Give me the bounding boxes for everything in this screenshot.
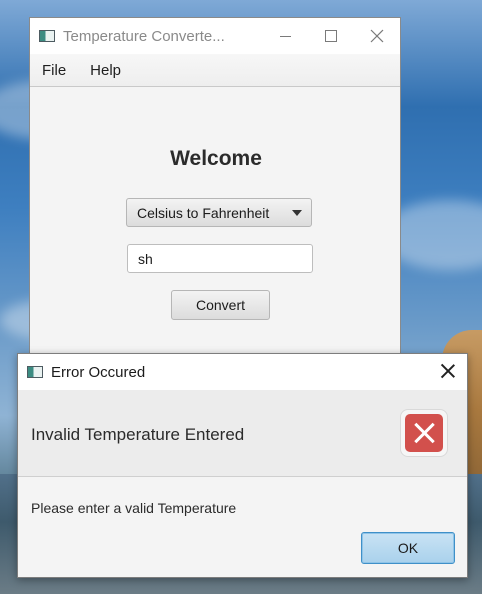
maximize-button[interactable]: [308, 18, 354, 54]
error-message: Please enter a valid Temperature: [31, 500, 237, 516]
convert-button[interactable]: Convert: [171, 290, 270, 320]
maximize-icon: [325, 30, 337, 42]
conversion-select-value: Celsius to Fahrenheit: [137, 204, 270, 221]
minimize-button[interactable]: [262, 18, 308, 54]
dropdown-arrow-icon: [292, 210, 302, 216]
error-dialog-header: Invalid Temperature Entered: [18, 390, 467, 477]
minimize-icon: [279, 35, 291, 37]
main-window: Temperature Converte... File Help Welcom…: [29, 17, 401, 367]
menu-help[interactable]: Help: [90, 62, 121, 79]
dialog-app-icon: [27, 366, 43, 378]
error-icon: [400, 409, 448, 457]
error-dialog-titlebar[interactable]: Error Occured: [18, 354, 467, 390]
main-window-title: Temperature Converte...: [63, 27, 225, 45]
menu-bar: File Help: [30, 54, 400, 87]
conversion-select[interactable]: Celsius to Fahrenheit: [126, 198, 312, 227]
welcome-heading: Welcome: [170, 147, 262, 170]
app-icon: [39, 30, 55, 42]
close-icon: [370, 29, 384, 43]
error-dialog-title: Error Occured: [51, 363, 146, 381]
menu-file[interactable]: File: [42, 62, 66, 79]
main-titlebar[interactable]: Temperature Converte...: [30, 18, 400, 54]
error-dialog: Error Occured Invalid Temperature Entere…: [17, 353, 468, 578]
temperature-input[interactable]: sh: [127, 244, 313, 273]
error-header-text: Invalid Temperature Entered: [31, 425, 245, 444]
ok-button[interactable]: OK: [361, 532, 455, 564]
dialog-close-icon[interactable]: [441, 364, 455, 378]
close-button[interactable]: [354, 18, 400, 54]
